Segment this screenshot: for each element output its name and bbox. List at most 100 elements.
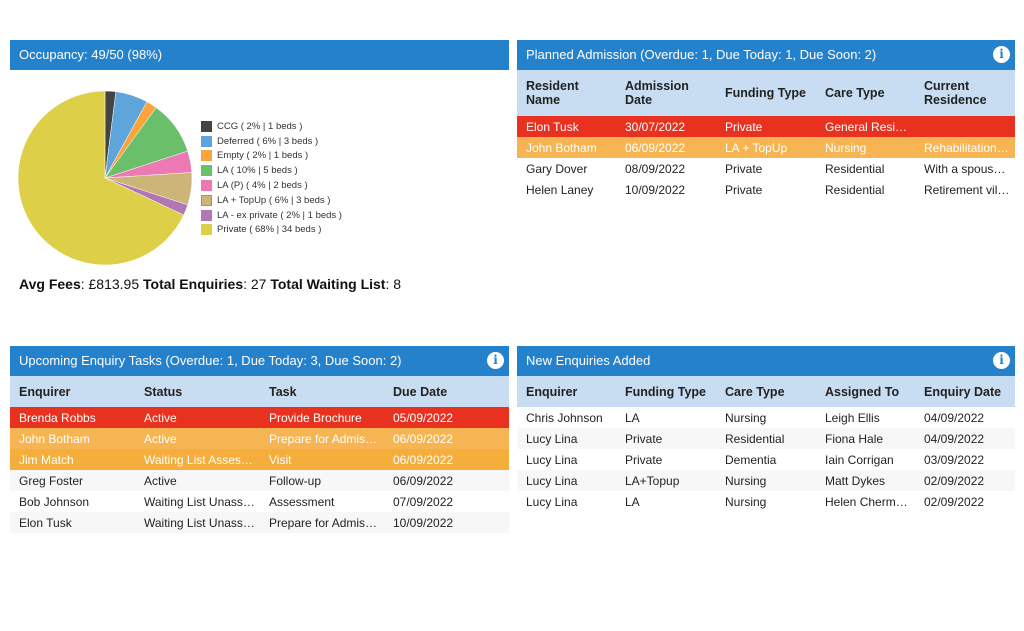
table-cell: Prepare for Admis…	[269, 515, 378, 530]
legend-swatch	[201, 209, 212, 221]
table-cell: Helen Cherm…	[825, 494, 908, 509]
legend-swatch	[201, 120, 212, 132]
table-cell	[915, 116, 1015, 137]
table-row[interactable]: Gary Dover 08/09/2022 Private Residential Wi…	[517, 158, 1015, 179]
table-row[interactable]: Lucy Lina Private Residential Fiona Hale 04/…	[517, 428, 1015, 449]
table-cell: Nursing	[725, 494, 767, 509]
table-header-row: Resident Name Admission Date Funding Type C…	[517, 70, 1015, 116]
legend-item: LA ( 10% | 5 beds )	[201, 163, 342, 178]
legend-swatch	[201, 165, 212, 177]
table-cell: Active	[144, 410, 177, 425]
planned-admission-header: Planned Admission (Overdue: 1, Due Today…	[517, 40, 1015, 70]
info-icon[interactable]: i	[487, 352, 504, 369]
table-header-row: Enquirer Funding Type Care Type Assigned To…	[517, 376, 1015, 407]
table-cell: Waiting List Asses…	[144, 452, 253, 467]
legend-label: LA ( 10% | 5 beds )	[217, 165, 298, 177]
legend-label: Private ( 68% | 34 beds )	[217, 224, 322, 236]
new-enquiries-header: New Enquiries Added i	[517, 346, 1015, 376]
table-cell: 03/09/2022	[924, 452, 985, 467]
table-cell: 06/09/2022	[393, 473, 454, 488]
table-cell: Helen Laney	[526, 182, 594, 197]
table-row[interactable]: John Botham Active Prepare for Admis… 06/09…	[10, 428, 509, 449]
column-header[interactable]: Admission Date	[616, 70, 716, 116]
column-header[interactable]: Resident Name	[517, 70, 616, 116]
enquiry-tasks-title: Upcoming Enquiry Tasks (Overdue: 1, Due …	[19, 353, 402, 368]
column-header[interactable]: Status	[135, 376, 260, 407]
avg-fees-label: Avg Fees	[19, 276, 81, 292]
column-header[interactable]: Current Residence	[915, 70, 1015, 116]
table-cell: LA	[625, 410, 640, 425]
column-header[interactable]: Care Type	[816, 70, 915, 116]
enquiry-tasks-header: Upcoming Enquiry Tasks (Overdue: 1, Due …	[10, 346, 509, 376]
legend-item: Private ( 68% | 34 beds )	[201, 223, 342, 238]
legend-label: LA + TopUp ( 6% | 3 beds )	[217, 194, 331, 206]
table-row[interactable]: Lucy Lina Private Dementia Iain Corrigan 03/…	[517, 449, 1015, 470]
column-header[interactable]: Funding Type	[616, 376, 716, 407]
legend-swatch	[201, 135, 212, 147]
legend-label: LA - ex private ( 2% | 1 beds )	[217, 209, 342, 221]
table-cell: Private	[625, 431, 663, 446]
legend-item: LA (P) ( 4% | 2 beds )	[201, 178, 342, 193]
info-icon[interactable]: i	[993, 352, 1010, 369]
column-header[interactable]: Enquirer	[517, 376, 616, 407]
column-header[interactable]: Funding Type	[716, 70, 816, 116]
total-enquiries-value: : 27	[243, 276, 271, 292]
table-cell: 10/09/2022	[625, 182, 686, 197]
table-row[interactable]: Jim Match Waiting List Asses… Visit 06/09/2…	[10, 449, 509, 470]
table-row[interactable]: Helen Laney 10/09/2022 Private Residential R…	[517, 179, 1015, 200]
legend-swatch	[201, 194, 212, 206]
table-cell: 06/09/2022	[393, 431, 454, 446]
total-waiting-value: : 8	[385, 276, 402, 292]
table-cell: Chris Johnson	[526, 410, 603, 425]
table-row[interactable]: Chris Johnson LA Nursing Leigh Ellis 04/09/2…	[517, 407, 1015, 428]
occupancy-header: Occupancy: 49/50 (98%)	[10, 40, 509, 70]
table-row[interactable]: Bob Johnson Waiting List Unass… Assessment…	[10, 491, 509, 512]
table-cell: Lucy Lina	[526, 431, 578, 446]
occupancy-pie-chart	[18, 90, 193, 266]
table-header-row: Enquirer Status Task Due Date	[10, 376, 509, 407]
table-row[interactable]: John Botham 06/09/2022 LA + TopUp Nursing Re…	[517, 137, 1015, 158]
table-cell: Fiona Hale	[825, 431, 884, 446]
table-row[interactable]: Brenda Robbs Active Provide Brochure 05/09/…	[10, 407, 509, 428]
column-header[interactable]: Enquiry Date	[915, 376, 1015, 407]
table-cell: Private	[725, 119, 763, 134]
table-cell: LA	[625, 494, 640, 509]
table-cell: Visit	[269, 452, 292, 467]
new-enquiries-panel: New Enquiries Added i Enquirer Funding Ty…	[517, 346, 1015, 512]
table-cell: Active	[144, 431, 177, 446]
table-row[interactable]: Elon Tusk 30/07/2022 Private General Resi…	[517, 116, 1015, 137]
table-row[interactable]: Greg Foster Active Follow-up 06/09/2022	[10, 470, 509, 491]
table-cell: General Resi…	[825, 119, 908, 134]
table-cell: Residential	[825, 161, 885, 176]
table-row[interactable]: Lucy Lina LA Nursing Helen Cherm… 02/09/2022	[517, 491, 1015, 512]
info-icon[interactable]: i	[993, 46, 1010, 63]
legend-item: Empty ( 2% | 1 beds )	[201, 149, 342, 164]
table-cell: Gary Dover	[526, 161, 588, 176]
legend-label: CCG ( 2% | 1 beds )	[217, 120, 303, 132]
table-cell: 02/09/2022	[924, 473, 985, 488]
enquiry-tasks-table: Enquirer Status Task Due Date Brenda Robbs A…	[10, 376, 509, 533]
column-header[interactable]: Assigned To	[816, 376, 915, 407]
legend-item: LA - ex private ( 2% | 1 beds )	[201, 208, 342, 223]
table-cell: Iain Corrigan	[825, 452, 894, 467]
column-header[interactable]: Care Type	[716, 376, 816, 407]
table-cell: LA+Topup	[625, 473, 680, 488]
column-header[interactable]: Task	[260, 376, 384, 407]
table-cell: Dementia	[725, 452, 777, 467]
table-cell: 10/09/2022	[393, 515, 454, 530]
table-row[interactable]: Elon Tusk Waiting List Unass… Prepare for …	[10, 512, 509, 533]
table-cell: Residential	[825, 182, 885, 197]
table-cell: 06/09/2022	[393, 452, 454, 467]
table-cell: Private	[625, 452, 663, 467]
table-cell: Greg Foster	[19, 473, 84, 488]
legend-item: Deferred ( 6% | 3 beds )	[201, 134, 342, 149]
table-cell: Elon Tusk	[19, 515, 72, 530]
table-cell: Prepare for Admis…	[269, 431, 378, 446]
table-cell: Jim Match	[19, 452, 74, 467]
table-cell: 02/09/2022	[924, 494, 985, 509]
legend-swatch	[201, 224, 212, 236]
column-header[interactable]: Enquirer	[10, 376, 135, 407]
column-header[interactable]: Due Date	[384, 376, 509, 407]
table-row[interactable]: Lucy Lina LA+Topup Nursing Matt Dykes 02/09/…	[517, 470, 1015, 491]
table-cell: LA + TopUp	[725, 140, 788, 155]
